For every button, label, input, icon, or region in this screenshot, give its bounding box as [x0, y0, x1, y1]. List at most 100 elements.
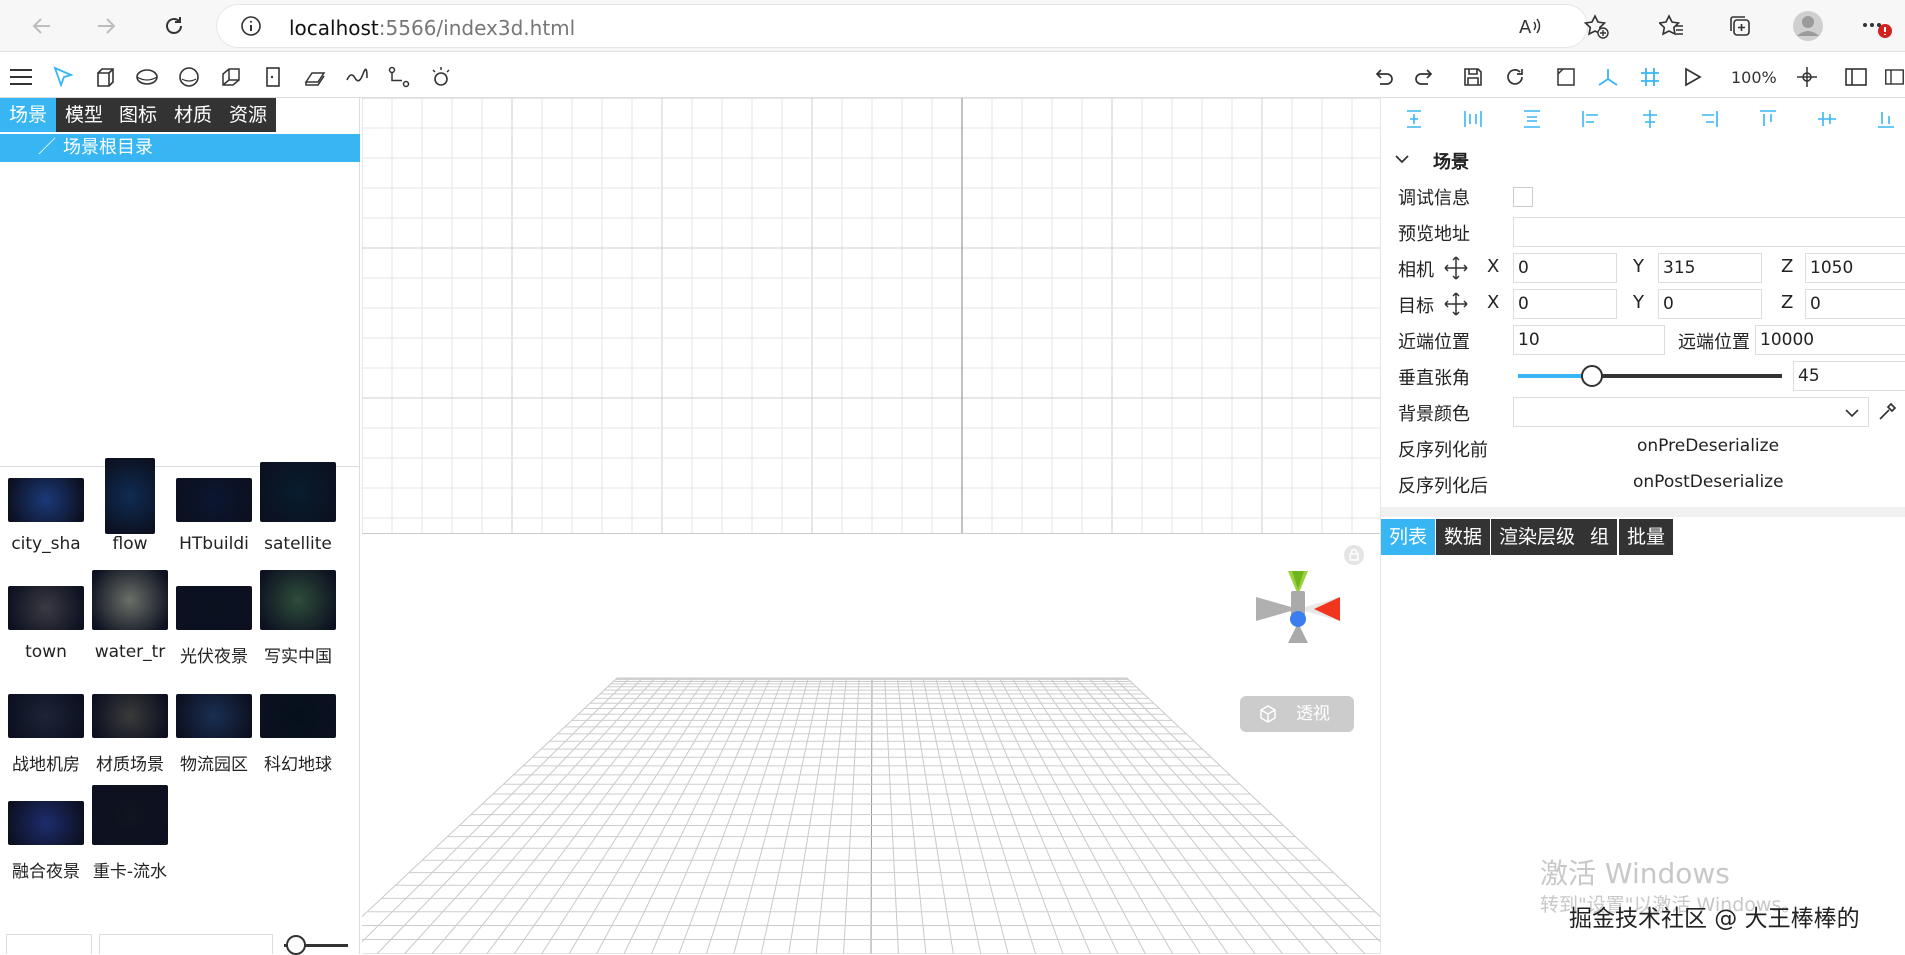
lock-icon[interactable] [1344, 545, 1364, 565]
asset-thumbnail[interactable] [260, 462, 336, 522]
asset-thumbnail[interactable] [8, 801, 84, 845]
select-pointer-icon[interactable] [50, 64, 76, 90]
tab-batch[interactable]: 批量 [1619, 519, 1674, 555]
center-target-icon[interactable] [1794, 64, 1820, 90]
tab-list[interactable]: 列表 [1381, 519, 1436, 555]
camera-z-input[interactable]: 1050 [1805, 253, 1905, 283]
fov-input[interactable]: 45 [1793, 361, 1905, 391]
asset-thumbnail[interactable] [176, 586, 252, 630]
address-bar[interactable]: localhost:5566/index3d.html [217, 5, 1587, 47]
perspective-toggle-button[interactable]: 透视 [1240, 696, 1354, 732]
collections-icon[interactable] [1722, 8, 1758, 44]
back-arrow-icon[interactable] [24, 8, 60, 44]
add-favorite-icon[interactable] [1578, 8, 1614, 44]
create-sphere-icon[interactable] [176, 64, 202, 90]
refresh-icon[interactable] [1502, 64, 1528, 90]
save-icon[interactable] [1460, 64, 1486, 90]
asset-label: 光伏夜景 [180, 647, 248, 667]
reload-icon[interactable] [156, 8, 192, 44]
debug-checkbox[interactable] [1513, 187, 1533, 207]
move-arrows-icon[interactable] [1443, 291, 1469, 321]
asset-thumbnail[interactable] [92, 694, 168, 738]
search-input[interactable] [99, 934, 273, 954]
play-icon[interactable] [1679, 64, 1705, 90]
redo-icon[interactable] [1412, 64, 1438, 90]
profile-avatar[interactable] [1790, 8, 1826, 44]
move-arrows-icon[interactable] [1443, 255, 1469, 285]
fov-slider[interactable] [1518, 365, 1782, 387]
create-shape-icon[interactable] [218, 64, 244, 90]
create-light-icon[interactable] [428, 64, 454, 90]
camera-y-input[interactable]: 315 [1658, 253, 1762, 283]
axis-helper-icon[interactable] [1595, 64, 1621, 90]
target-x-input[interactable]: 0 [1513, 289, 1617, 319]
tab-material[interactable]: 材质 [165, 98, 222, 132]
asset-thumbnail[interactable] [8, 586, 84, 630]
asset-thumbnail[interactable] [8, 478, 84, 522]
tab-group[interactable]: 组 [1582, 519, 1618, 555]
toggle-left-panel-icon[interactable] [1843, 64, 1869, 90]
camera-x-input[interactable]: 0 [1513, 253, 1617, 283]
fov-slider-thumb[interactable] [1580, 365, 1603, 387]
tab-icon[interactable]: 图标 [110, 98, 167, 132]
pre-deserialize-handler[interactable]: onPreDeserialize [1637, 436, 1779, 456]
undo-icon[interactable] [1370, 64, 1396, 90]
preview-url-input[interactable] [1513, 217, 1905, 247]
2d-editor-view[interactable] [362, 98, 1380, 534]
create-door-icon[interactable] [260, 64, 286, 90]
url-text: localhost:5566/index3d.html [289, 16, 576, 40]
near-input[interactable]: 10 [1513, 325, 1665, 355]
create-floor-icon[interactable] [302, 64, 328, 90]
more-menu-icon[interactable] [1858, 8, 1894, 44]
tree-root-item[interactable]: ／ 场景根目录 [0, 134, 360, 162]
chevron-down-icon[interactable] [1393, 150, 1411, 172]
forward-arrow-icon[interactable] [88, 8, 124, 44]
align-top-edge-icon[interactable] [1757, 108, 1779, 130]
distribute-h-icon[interactable] [1462, 108, 1484, 130]
align-right-icon[interactable] [1698, 108, 1720, 130]
filter-input[interactable] [6, 934, 92, 954]
target-z-input[interactable]: 0 [1805, 289, 1905, 319]
section-title[interactable]: 场景 [1433, 148, 1469, 174]
tab-data[interactable]: 数据 [1436, 519, 1491, 555]
create-path-icon[interactable] [386, 64, 412, 90]
tab-resource[interactable]: 资源 [220, 98, 277, 132]
align-middle-icon[interactable] [1816, 108, 1838, 130]
asset-thumbnail[interactable] [260, 570, 336, 630]
create-curve-icon[interactable] [344, 64, 370, 90]
toggle-right-panel-icon[interactable] [1884, 64, 1905, 90]
target-y-input[interactable]: 0 [1658, 289, 1762, 319]
orientation-gizmo-icon[interactable] [1248, 565, 1348, 669]
create-cylinder-icon[interactable] [134, 64, 160, 90]
bg-color-select[interactable] [1513, 397, 1869, 427]
distribute-v-icon[interactable] [1521, 108, 1543, 130]
size-slider-thumb[interactable] [286, 935, 306, 955]
align-bottom-icon[interactable] [1875, 108, 1897, 130]
asset-thumbnail[interactable] [176, 694, 252, 738]
grid-toggle-icon[interactable] [1637, 64, 1663, 90]
favorites-icon[interactable] [1654, 8, 1690, 44]
asset-thumbnail[interactable] [92, 785, 168, 845]
info-icon[interactable] [239, 14, 263, 42]
debug-label: 调试信息 [1398, 188, 1470, 209]
asset-thumbnail[interactable] [260, 694, 336, 738]
asset-thumbnail[interactable] [8, 694, 84, 738]
align-center-h-icon[interactable] [1639, 108, 1661, 130]
create-box-icon[interactable] [92, 64, 118, 90]
far-input[interactable]: 10000 [1755, 325, 1905, 355]
asset-thumbnail[interactable] [105, 458, 155, 534]
read-aloud-icon[interactable]: A [1512, 8, 1548, 44]
tab-render-layer[interactable]: 渲染层级 [1491, 519, 1584, 555]
zoom-level[interactable]: 100% [1731, 68, 1777, 87]
fit-bounds-icon[interactable] [1553, 64, 1579, 90]
align-left-icon[interactable] [1580, 108, 1602, 130]
asset-thumbnail[interactable] [176, 478, 252, 522]
post-deserialize-handler[interactable]: onPostDeserialize [1633, 472, 1784, 492]
eyedropper-icon[interactable] [1877, 400, 1899, 426]
hamburger-menu-icon[interactable] [8, 64, 34, 90]
tab-scene[interactable]: 场景 [0, 98, 57, 132]
align-top-icon[interactable] [1403, 108, 1425, 130]
3d-viewport[interactable]: 透视 [362, 535, 1380, 954]
tab-model[interactable]: 模型 [56, 98, 113, 132]
asset-thumbnail[interactable] [92, 570, 168, 630]
